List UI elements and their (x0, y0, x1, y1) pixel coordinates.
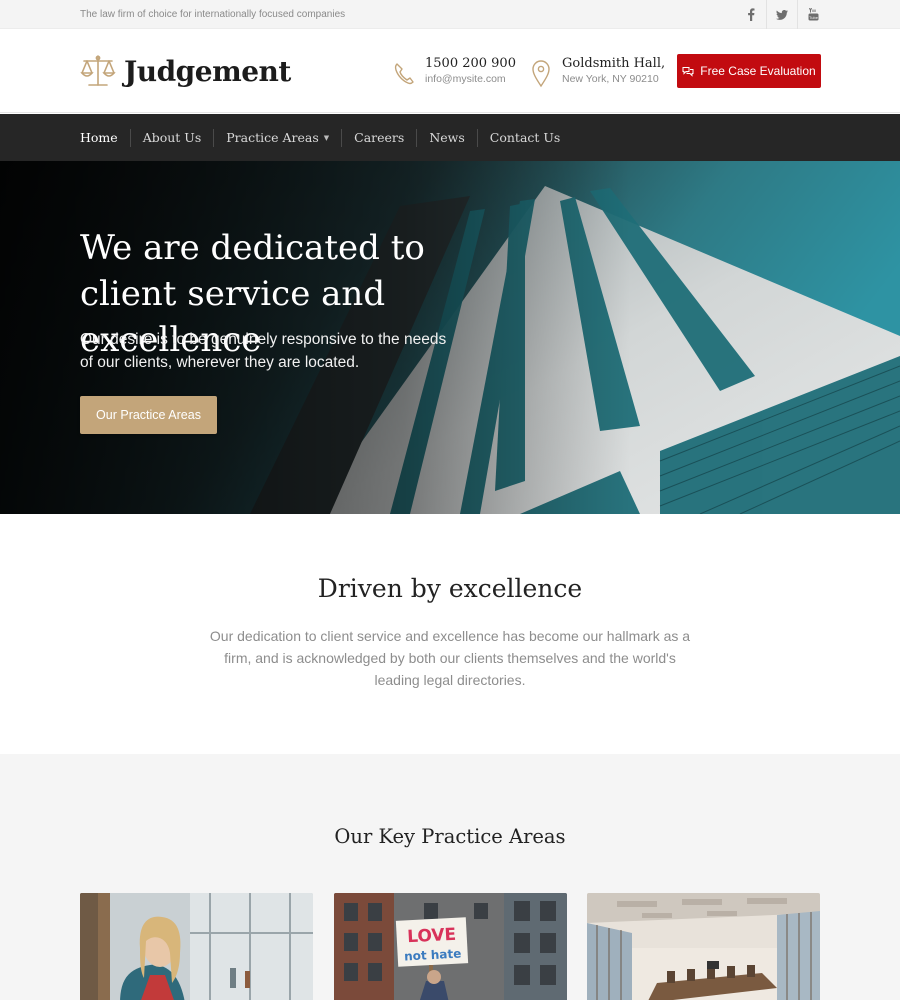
sign-text-not-hate: not hate (404, 946, 462, 963)
nav-item-contact-us[interactable]: Contact Us (476, 128, 573, 147)
nav-label: Home (80, 129, 118, 145)
social-links: Tube (735, 0, 828, 29)
site-header: Judgement 1500 200 900 info@mysite.com G… (0, 29, 900, 113)
practice-card[interactable]: LOVE not hate (334, 893, 567, 1000)
facebook-link[interactable] (735, 0, 766, 29)
nav-label: Contact Us (489, 129, 561, 145)
nav-label: Practice Areas (226, 129, 319, 145)
free-case-evaluation-button[interactable]: Free Case Evaluation (677, 54, 821, 88)
nav-item-practice-areas[interactable]: Practice Areas ▼ (213, 128, 341, 147)
hero-banner: We are dedicated to client service and e… (0, 161, 900, 514)
intro-text: Our dedication to client service and exc… (209, 628, 691, 688)
phone-number: 1500 200 900 (425, 56, 516, 71)
sign-text-love: LOVE (407, 925, 457, 948)
email-address: info@mysite.com (425, 73, 506, 85)
practice-areas-section: Our Key Practice Areas LOVE not hate (0, 754, 900, 1000)
youtube-link[interactable]: Tube (797, 0, 828, 29)
youtube-icon: Tube (808, 8, 819, 21)
intro-section: Driven by excellence Our dedication to c… (0, 514, 900, 754)
address-line-2: New York, NY 90210 (562, 73, 659, 85)
nav-item-careers[interactable]: Careers (341, 128, 416, 147)
nav-item-about-us[interactable]: About Us (129, 128, 214, 147)
practice-card[interactable] (587, 893, 820, 1000)
intro-title: Driven by excellence (317, 574, 583, 603)
practice-areas-title: Our Key Practice Areas (334, 825, 566, 848)
address-line-1: Goldsmith Hall, (562, 56, 666, 71)
logo-text: Judgement (124, 54, 291, 88)
location-pin-icon (532, 60, 550, 88)
phone-contact: 1500 200 900 info@mysite.com (393, 56, 516, 88)
nav-label: Careers (354, 129, 405, 145)
address-contact: Goldsmith Hall, New York, NY 90210 (530, 56, 665, 88)
conference-room-photo (587, 893, 820, 1000)
nav-item-news[interactable]: News (416, 128, 476, 147)
nav-label: News (429, 129, 465, 145)
logo[interactable]: Judgement (80, 53, 291, 89)
twitter-icon (776, 9, 788, 20)
nav-item-home[interactable]: Home (80, 129, 130, 147)
hero-subtitle: Our desire is to be genuinely responsive… (80, 331, 447, 371)
scales-icon (80, 55, 116, 86)
cta-label: Free Case Evaluation (700, 64, 816, 78)
our-practice-areas-button[interactable]: Our Practice Areas (80, 396, 217, 434)
top-bar: The law firm of choice for international… (0, 0, 900, 29)
chevron-down-icon: ▼ (323, 133, 330, 142)
svg-text:Tube: Tube (809, 15, 819, 20)
main-nav: Home About Us Practice Areas ▼ Careers Ne… (0, 114, 900, 161)
phone-icon (394, 63, 414, 85)
tagline: The law firm of choice for international… (80, 9, 346, 20)
chat-icon (682, 66, 694, 77)
twitter-link[interactable] (766, 0, 797, 29)
nav-label: About Us (142, 129, 202, 145)
woman-portrait-photo (80, 893, 313, 1000)
protest-sign-photo: LOVE not hate (334, 893, 567, 1000)
practice-card[interactable] (80, 893, 313, 1000)
facebook-icon (747, 8, 754, 21)
